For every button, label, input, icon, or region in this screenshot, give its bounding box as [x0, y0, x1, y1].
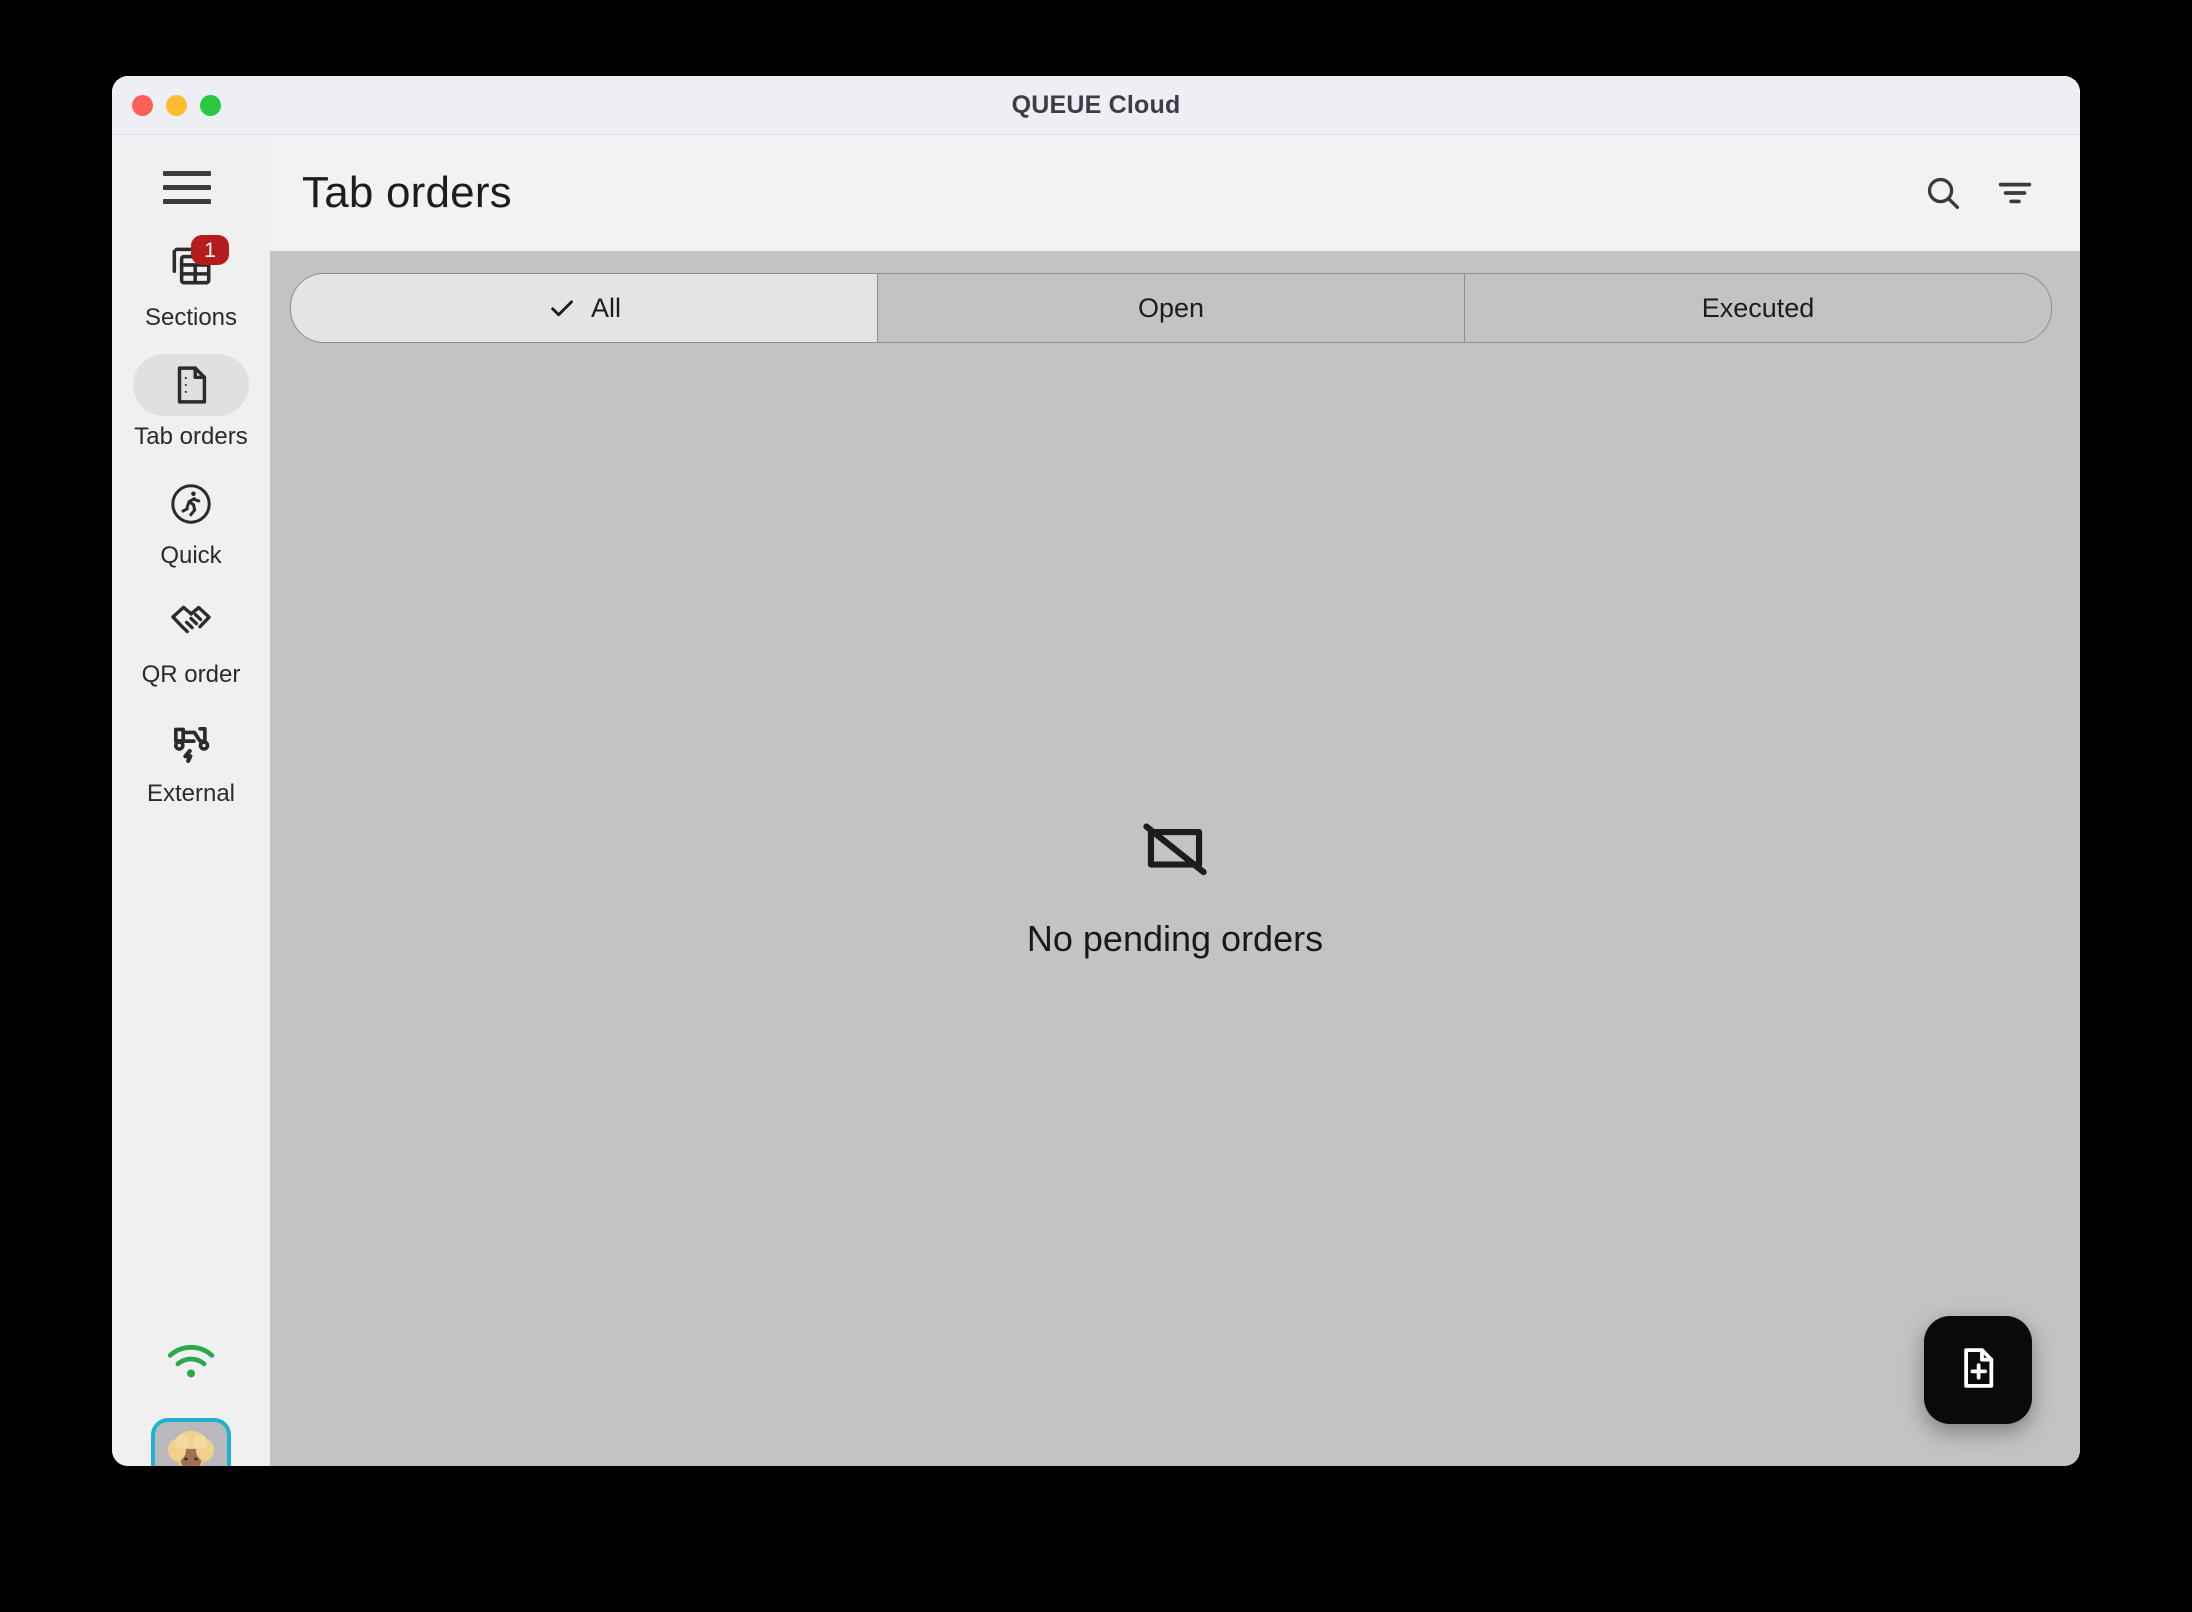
wifi-icon: [164, 1343, 218, 1388]
new-document-icon: [1953, 1343, 2003, 1398]
sidebar-item-label: External: [146, 780, 236, 807]
quick-icon-wrap: [133, 473, 249, 535]
app-window: QUEUE Cloud 1 Sections Tab orders Quick …: [112, 76, 2080, 1466]
sidebar: 1 Sections Tab orders Quick QR order Ext…: [112, 135, 270, 1466]
empty-state: No pending orders: [270, 303, 2080, 1466]
hamburger-bar: [163, 184, 211, 190]
empty-state-message: No pending orders: [1026, 918, 1324, 959]
window-title: QUEUE Cloud: [1011, 90, 1181, 119]
hamburger-bar: [163, 198, 211, 204]
user-avatar: [155, 1422, 227, 1466]
qr-order-icon-wrap: [133, 592, 249, 654]
sidebar-item-label: QR order: [141, 661, 241, 688]
page-header: Tab orders: [270, 135, 2080, 251]
filter-icon[interactable]: [1984, 162, 2046, 224]
sidebar-item-qr-order[interactable]: QR order: [123, 592, 259, 689]
search-icon[interactable]: [1912, 162, 1974, 224]
maximize-button[interactable]: [200, 94, 221, 116]
hamburger-menu-icon[interactable]: [163, 165, 219, 209]
sidebar-item-label: Sections: [144, 304, 238, 331]
sidebar-nav: 1 Sections Tab orders Quick QR order Ext…: [112, 235, 270, 830]
window-controls: [132, 76, 221, 134]
minimize-button[interactable]: [166, 94, 187, 116]
window-body: 1 Sections Tab orders Quick QR order Ext…: [112, 135, 2080, 1466]
sidebar-footer: [112, 1343, 270, 1466]
no-orders-icon: [1136, 809, 1214, 892]
sidebar-item-quick[interactable]: Quick: [123, 473, 259, 570]
tab-orders-icon-wrap: [133, 354, 249, 416]
avatar[interactable]: [151, 1418, 231, 1466]
sidebar-item-label: Tab orders: [134, 423, 248, 450]
hamburger-bar: [163, 170, 211, 176]
document-icon: [168, 362, 214, 408]
page-title: Tab orders: [302, 168, 512, 217]
new-order-button[interactable]: [1924, 1316, 2032, 1424]
sidebar-item-tab-orders[interactable]: Tab orders: [123, 354, 259, 451]
content-area: All Open Executed No pending orders: [270, 251, 2080, 1466]
external-icon-wrap: [133, 711, 249, 773]
main-area: Tab orders All Open Executed No pending …: [270, 135, 2080, 1466]
handshake-icon: [166, 598, 216, 648]
sidebar-item-label: Quick: [160, 542, 222, 569]
close-button[interactable]: [132, 94, 153, 116]
titlebar: QUEUE Cloud: [112, 76, 2080, 135]
sidebar-item-external[interactable]: External: [123, 711, 259, 808]
scooter-icon: [165, 716, 217, 768]
sidebar-item-sections[interactable]: 1 Sections: [123, 235, 259, 332]
sections-badge: 1: [191, 235, 229, 265]
sections-icon-wrap: 1: [133, 235, 249, 297]
runner-circle-icon: [167, 480, 215, 528]
